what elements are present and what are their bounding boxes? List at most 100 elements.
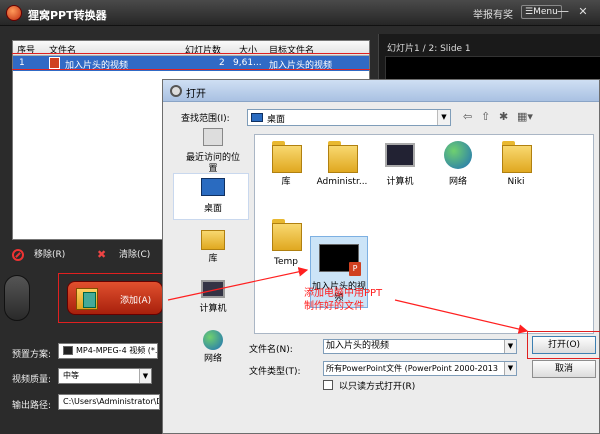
look-in-select[interactable]: 桌面 ▼ bbox=[247, 109, 451, 126]
column-header-name[interactable]: 文件名 bbox=[49, 43, 76, 56]
readonly-label: 以只读方式打开(R) bbox=[339, 382, 416, 392]
item-computer[interactable]: 计算机 bbox=[371, 141, 429, 191]
libraries-icon bbox=[270, 141, 302, 173]
desktop-icon bbox=[251, 113, 263, 122]
chevron-down-icon: ▼ bbox=[504, 340, 516, 353]
place-label: 库 bbox=[208, 254, 218, 264]
place-network[interactable]: 网络 bbox=[173, 330, 253, 370]
quality-label: 视频质量: bbox=[12, 375, 52, 385]
place-recent[interactable]: 最近访问的位置 bbox=[173, 128, 253, 174]
place-label: 最近访问的位置 bbox=[185, 153, 240, 174]
cell-slides: 2 bbox=[219, 58, 225, 68]
recent-places-icon bbox=[203, 128, 223, 146]
filename-input[interactable]: 加入片头的视频 ▼ bbox=[323, 339, 517, 354]
output-path-field[interactable]: C:\Users\Administrator\Des bbox=[58, 394, 160, 410]
folder-icon bbox=[270, 219, 302, 251]
title-bar: 狸窝PPT转换器 举报有奖 ☰Menu — ✕ bbox=[0, 0, 600, 26]
column-header-slides[interactable]: 幻灯片数 bbox=[185, 43, 221, 56]
item-label: 库 bbox=[281, 177, 291, 187]
item-label: 计算机 bbox=[386, 177, 414, 187]
quality-value: 中等 bbox=[63, 371, 79, 380]
annotation-line: 制作好的文件 bbox=[304, 301, 364, 312]
cell-size: 9,61... bbox=[233, 58, 262, 68]
dialog-title: 打开 bbox=[186, 89, 206, 100]
filetype-value: 所有PowerPoint文件 (PowerPoint 2000-2013 bbox=[326, 364, 498, 373]
place-computer[interactable]: 计算机 bbox=[173, 280, 253, 320]
output-label: 输出路径: bbox=[12, 401, 52, 411]
place-label: 桌面 bbox=[203, 204, 222, 214]
network-icon bbox=[444, 141, 472, 169]
add-label: 添加(A) bbox=[120, 296, 152, 306]
chevron-down-icon: ▼ bbox=[504, 362, 516, 375]
powerpoint-icon: P bbox=[349, 262, 361, 276]
highlight-line-top bbox=[12, 53, 370, 54]
quality-select[interactable]: 中等 ▼ bbox=[58, 368, 152, 384]
place-desktop[interactable]: 桌面 bbox=[173, 178, 253, 220]
libraries-icon bbox=[201, 230, 225, 250]
back-icon[interactable]: ⇦ bbox=[463, 110, 472, 123]
add-button[interactable]: 添加(A) bbox=[67, 281, 163, 315]
column-header-size[interactable]: 大小 bbox=[239, 43, 257, 56]
remove-button[interactable]: 移除(R) bbox=[12, 247, 65, 261]
cancel-button[interactable]: 取消 bbox=[532, 360, 596, 378]
chevron-down-icon: ▼ bbox=[139, 369, 151, 383]
app-logo-icon bbox=[6, 5, 22, 21]
clear-icon: ✖ bbox=[97, 247, 107, 261]
preset-label: 预置方案: bbox=[12, 350, 52, 360]
ppt-file-icon bbox=[49, 57, 60, 69]
close-button[interactable]: ✕ bbox=[576, 5, 590, 19]
user-folder-icon bbox=[326, 141, 358, 173]
remove-icon bbox=[12, 248, 24, 261]
remove-label: 移除(R) bbox=[34, 250, 66, 260]
item-network[interactable]: 网络 bbox=[429, 141, 487, 191]
column-header-index[interactable]: 序号 bbox=[17, 43, 35, 56]
item-niki[interactable]: Niki bbox=[487, 141, 545, 191]
item-libraries[interactable]: 库 bbox=[257, 141, 315, 191]
menu-label: Menu bbox=[533, 7, 558, 17]
view-menu-icon[interactable]: ▦▾ bbox=[517, 110, 533, 123]
computer-icon bbox=[201, 280, 225, 298]
up-folder-icon[interactable]: ⇧ bbox=[481, 110, 490, 123]
look-in-label: 查找范围(I): bbox=[181, 114, 230, 124]
item-administrator[interactable]: Administr... bbox=[313, 141, 371, 191]
filename-value: 加入片头的视频 bbox=[326, 341, 390, 351]
new-folder-icon[interactable]: ✱ bbox=[499, 110, 508, 123]
minimize-button[interactable]: — bbox=[556, 5, 570, 19]
clear-button[interactable]: ✖ 清除(C) bbox=[97, 247, 150, 261]
add-file-icon bbox=[76, 288, 98, 310]
look-in-value: 桌面 bbox=[267, 115, 286, 125]
preset-select[interactable]: MP4-MPEG-4 视频 (*.m bbox=[58, 343, 158, 359]
film-icon bbox=[63, 346, 73, 355]
filename-label: 文件名(N): bbox=[249, 345, 293, 355]
place-label: 计算机 bbox=[199, 304, 227, 314]
annotation-line: 添加电脑中用PPT bbox=[304, 288, 383, 299]
item-label: Temp bbox=[274, 257, 298, 267]
folder-icon bbox=[500, 141, 532, 173]
open-icon bbox=[170, 85, 182, 97]
open-button[interactable]: 打开(O) bbox=[532, 336, 596, 354]
filetype-select[interactable]: 所有PowerPoint文件 (PowerPoint 2000-2013 ▼ bbox=[323, 361, 517, 376]
app-title: 狸窝PPT转换器 bbox=[28, 9, 107, 22]
dialog-title-bar: 打开 bbox=[163, 80, 599, 102]
desktop-icon bbox=[201, 178, 225, 196]
chevron-down-icon: ▼ bbox=[437, 110, 450, 125]
places-bar: 最近访问的位置 桌面 库 计算机 网络 bbox=[173, 126, 253, 374]
side-round-button[interactable] bbox=[4, 275, 30, 321]
item-label: Administr... bbox=[316, 177, 368, 187]
readonly-checkbox[interactable] bbox=[323, 380, 333, 390]
slide-label: 幻灯片1 / 2: Slide 1 bbox=[387, 44, 471, 54]
report-link[interactable]: 举报有奖 bbox=[473, 6, 513, 21]
clear-label: 清除(C) bbox=[119, 250, 151, 260]
place-libraries[interactable]: 库 bbox=[173, 230, 253, 270]
open-dialog: 打开 查找范围(I): 桌面 ▼ ⇦ ⇧ ✱ ▦▾ 最近访问的位置 桌面 库 计… bbox=[162, 79, 600, 434]
place-label: 网络 bbox=[203, 354, 222, 364]
item-temp[interactable]: Temp bbox=[257, 219, 315, 269]
column-header-target[interactable]: 目标文件名 bbox=[269, 43, 314, 56]
item-label: Niki bbox=[507, 177, 525, 187]
highlight-line-bottom bbox=[12, 69, 370, 70]
filetype-label: 文件类型(T): bbox=[249, 367, 301, 377]
item-label: 网络 bbox=[448, 177, 467, 187]
computer-icon bbox=[385, 143, 415, 167]
preset-value: MP4-MPEG-4 视频 (*.m bbox=[76, 346, 158, 355]
annotation-text: 添加电脑中用PPT 制作好的文件 bbox=[304, 287, 382, 313]
